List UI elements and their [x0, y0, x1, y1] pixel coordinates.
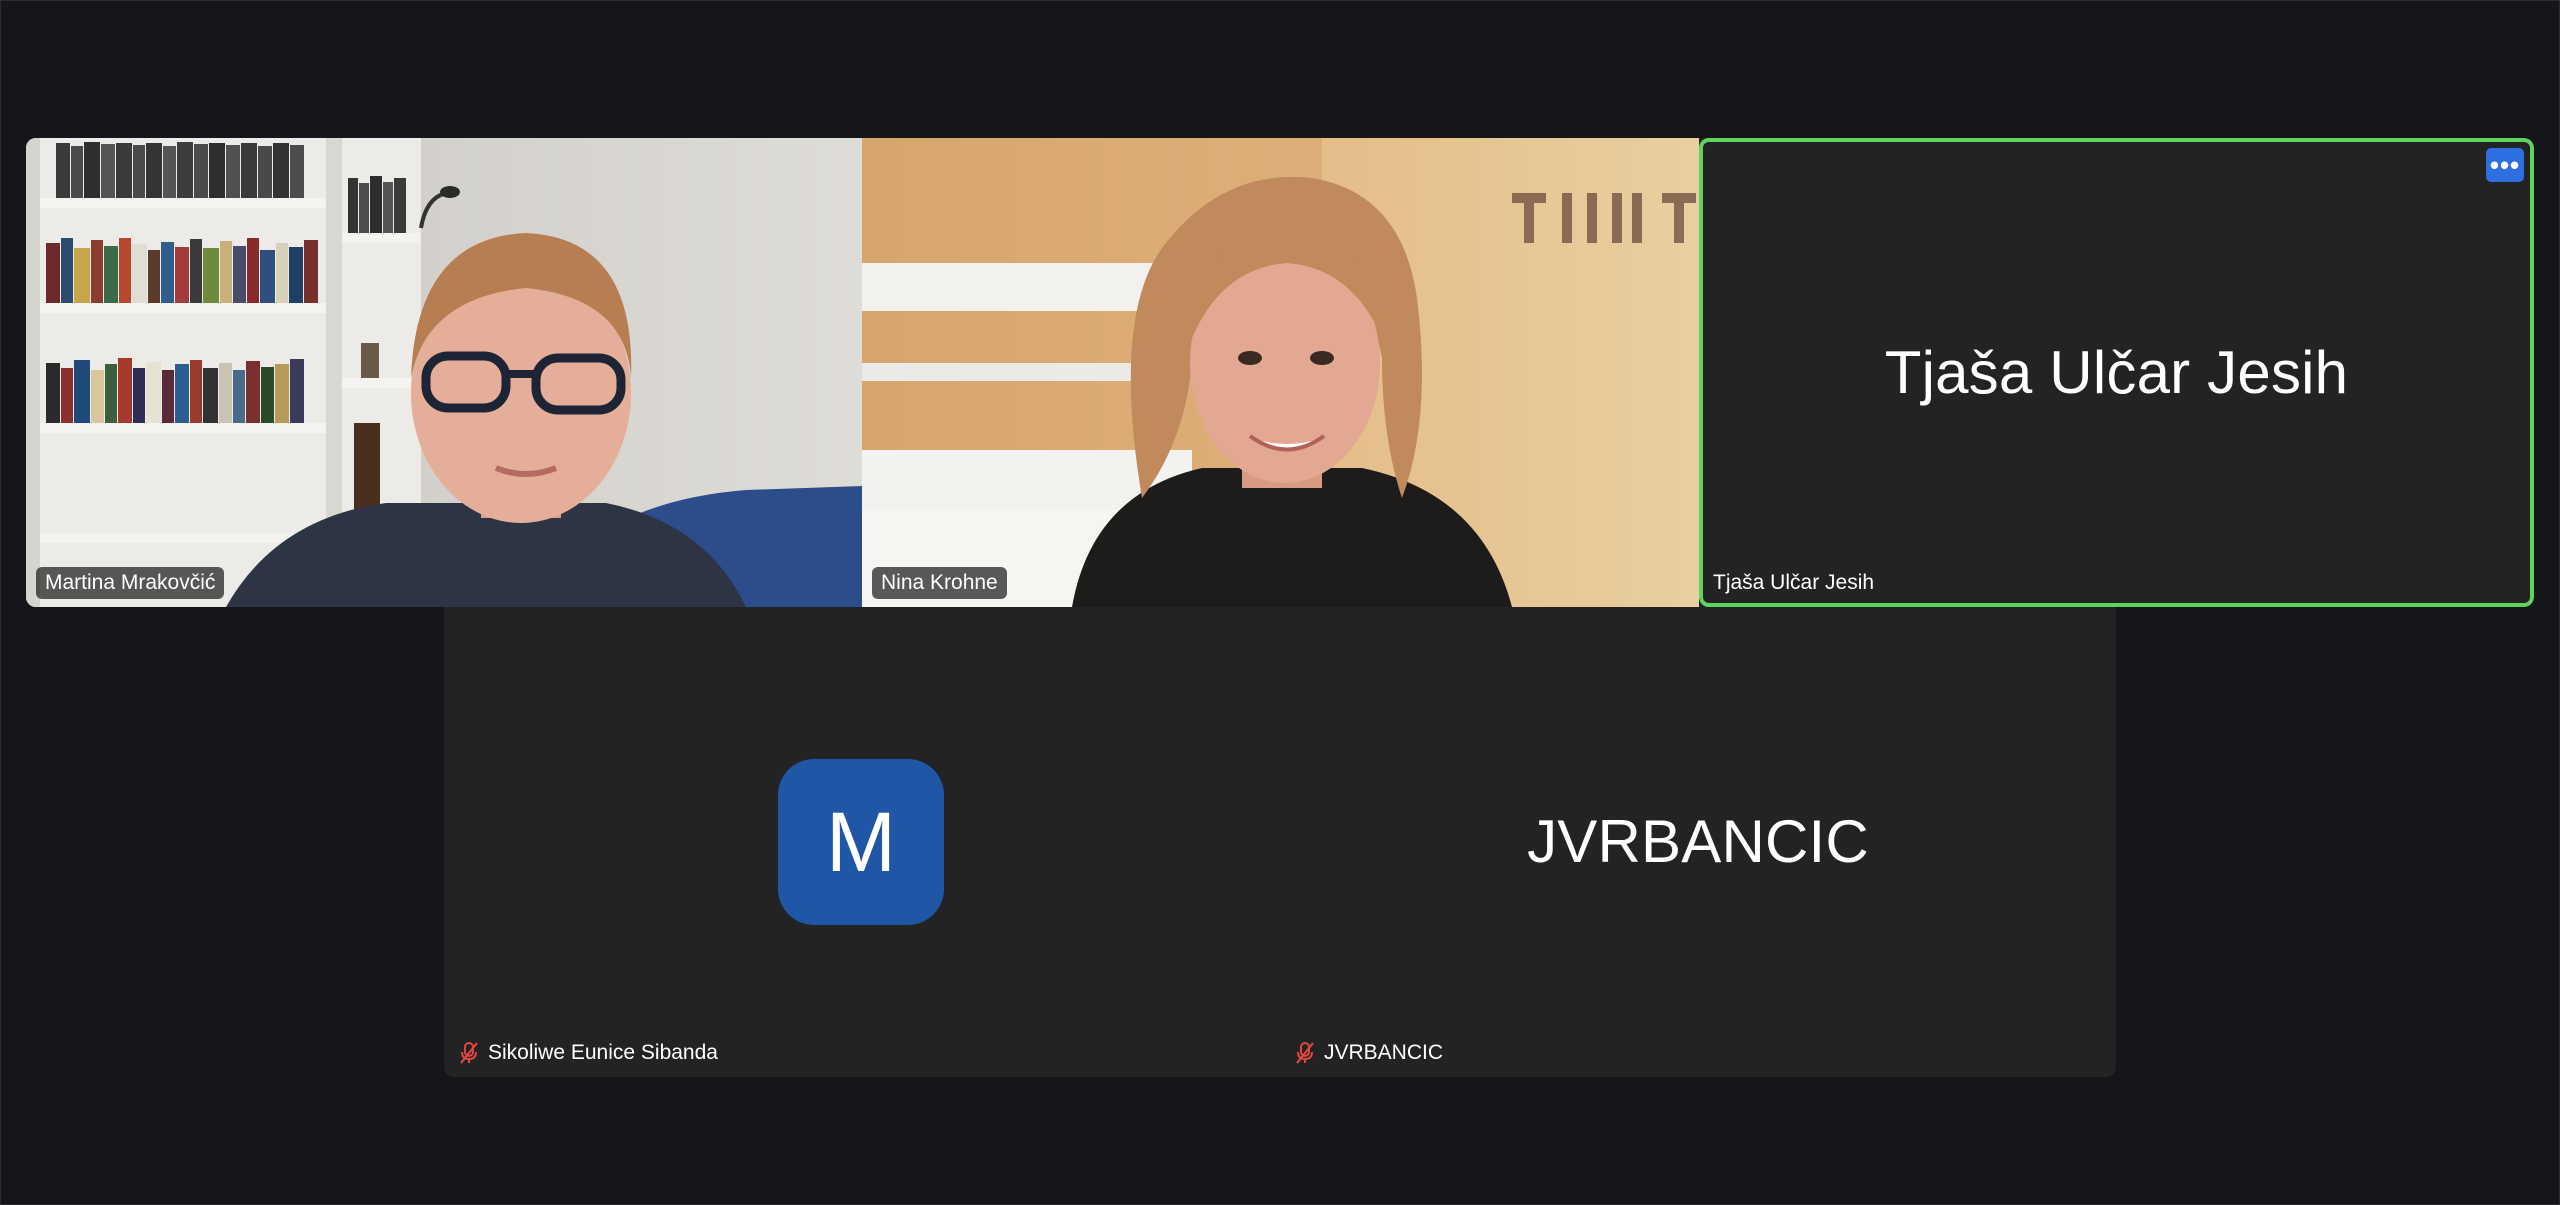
video-tile-jvrbancic[interactable]: JVRBANCIC JVRBANCIC [1280, 607, 2116, 1077]
microphone-muted-icon [460, 1042, 478, 1064]
avatar: M [778, 759, 944, 925]
participant-name-label: Nina Krohne [872, 567, 1007, 599]
participant-display-name: JVRBANCIC [1527, 808, 1869, 875]
more-options-icon: ••• [2489, 150, 2521, 180]
video-tile-nina[interactable]: Nina Krohne [862, 138, 1699, 607]
participant-name: Nina Krohne [881, 571, 998, 594]
participant-name: JVRBANCIC [1324, 1041, 1444, 1064]
participant-display-name: Tjaša Ulčar Jesih [1884, 339, 2349, 406]
avatar-initial: M [826, 794, 896, 889]
video-tile-sikoliwe[interactable]: M Sikoliwe Eunice Sibanda [444, 607, 1280, 1077]
participant-video [862, 138, 1699, 607]
video-tile-tjasa[interactable]: Tjaša Ulčar Jesih ••• Tjaša Ulčar Jesih [1699, 138, 2534, 607]
participant-name-label: Martina Mrakovčić [36, 567, 225, 599]
participant-name: Martina Mrakovčić [45, 571, 216, 594]
participant-video [26, 138, 862, 607]
participant-name-label: JVRBANCIC [1290, 1037, 1452, 1069]
participant-name: Tjaša Ulčar Jesih [1713, 571, 1875, 594]
participant-name-label: Sikoliwe Eunice Sibanda [454, 1037, 727, 1069]
participant-name: Sikoliwe Eunice Sibanda [488, 1041, 718, 1064]
video-tile-martina[interactable]: Martina Mrakovčić [26, 138, 862, 607]
participant-name-label: Tjaša Ulčar Jesih [1709, 567, 1883, 599]
more-options-button[interactable]: ••• [2486, 148, 2524, 182]
microphone-muted-icon [1296, 1042, 1314, 1064]
